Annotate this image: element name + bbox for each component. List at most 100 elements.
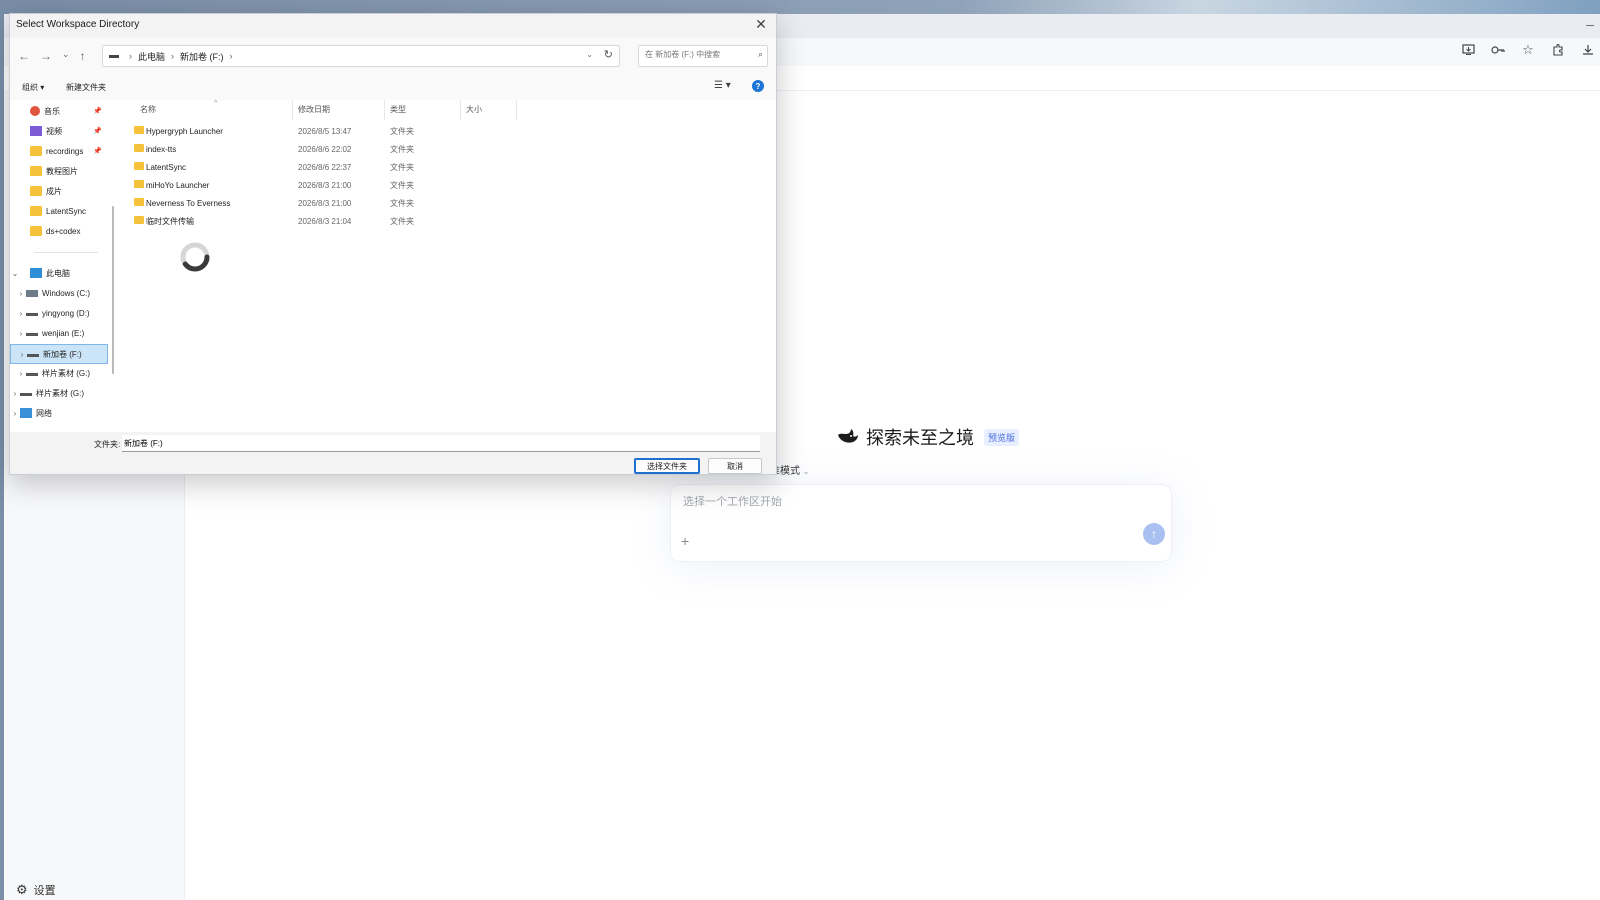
address-bar[interactable]: › 此电脑 › 新加卷 (F:) › ⌄ ↻ bbox=[102, 45, 620, 67]
view-options-icon[interactable]: ☰ ▾ bbox=[714, 80, 731, 91]
nav-label: 样片素材 (G:) bbox=[42, 368, 90, 378]
breadcrumb-separator: › bbox=[171, 51, 175, 61]
column-header-modified[interactable]: 修改日期 bbox=[298, 104, 330, 118]
folder-label: 文件夹: bbox=[94, 440, 121, 449]
address-dropdown-icon[interactable]: ⌄ bbox=[586, 50, 593, 59]
drive-icon bbox=[26, 313, 38, 316]
column-header-size[interactable]: 大小 bbox=[466, 104, 482, 118]
nav-item-drive-g-root[interactable]: › 样片素材 (G:) bbox=[10, 384, 106, 402]
recent-chevron-icon[interactable]: ⌄ bbox=[62, 49, 70, 63]
chevron-down-icon[interactable]: ⌄ bbox=[10, 269, 20, 278]
nav-item-ds-codex[interactable]: ds+codex bbox=[10, 222, 106, 240]
sort-ascending-icon: ^ bbox=[214, 100, 218, 107]
pc-icon bbox=[30, 268, 42, 278]
up-arrow-icon[interactable]: ↑ bbox=[80, 49, 86, 63]
dialog-title: Select Workspace Directory bbox=[16, 19, 140, 30]
nav-item-this-pc[interactable]: ⌄ 此电脑 bbox=[10, 264, 106, 282]
file-row[interactable]: 临时文件传输 2026/8/3 21:04 文件夹 bbox=[120, 212, 540, 230]
folder-icon bbox=[30, 186, 42, 196]
add-attachment-icon[interactable]: + bbox=[681, 533, 689, 549]
nav-item-music[interactable]: 音乐 📌 bbox=[10, 102, 106, 120]
file-row[interactable]: LatentSync 2026/8/6 22:37 文件夹 bbox=[120, 158, 540, 176]
folder-icon bbox=[134, 144, 144, 152]
column-divider[interactable] bbox=[516, 100, 517, 120]
search-icon[interactable]: ⌕ bbox=[758, 49, 763, 60]
file-row[interactable]: Neverness To Everness 2026/8/3 21:00 文件夹 bbox=[120, 194, 540, 212]
new-folder-button[interactable]: 新建文件夹 bbox=[66, 82, 106, 93]
download-icon[interactable] bbox=[1580, 42, 1596, 58]
nav-label: 网络 bbox=[36, 408, 52, 418]
organize-menu[interactable]: 组织 ▾ bbox=[22, 82, 44, 93]
minimize-button[interactable]: – bbox=[1586, 16, 1594, 32]
folder-icon bbox=[30, 206, 42, 216]
whale-logo-icon bbox=[838, 429, 858, 443]
drive-icon bbox=[26, 373, 38, 376]
nav-item-tutorial-images[interactable]: 教程图片 bbox=[10, 162, 106, 180]
file-modified: 2026/8/5 13:47 bbox=[298, 126, 352, 136]
select-folder-button[interactable]: 选择文件夹 bbox=[634, 458, 700, 474]
scrollbar-thumb[interactable] bbox=[112, 206, 114, 374]
nav-item-network[interactable]: › 网络 bbox=[10, 404, 106, 422]
file-row[interactable]: index-tts 2026/8/6 22:02 文件夹 bbox=[120, 140, 540, 158]
folder-icon bbox=[134, 198, 144, 206]
search-input[interactable] bbox=[643, 49, 747, 60]
nav-item-finished[interactable]: 成片 bbox=[10, 182, 106, 200]
file-modified: 2026/8/6 22:37 bbox=[298, 162, 352, 172]
forward-arrow-icon[interactable]: → bbox=[40, 49, 52, 63]
nav-label: 成片 bbox=[46, 186, 62, 196]
nav-item-drive-c[interactable]: › Windows (C:) bbox=[10, 284, 106, 302]
column-divider[interactable] bbox=[292, 100, 293, 120]
breadcrumb-this-pc[interactable]: 此电脑 bbox=[138, 50, 165, 63]
nav-label: Windows (C:) bbox=[42, 288, 91, 298]
file-type: 文件夹 bbox=[390, 126, 414, 136]
star-icon[interactable]: ☆ bbox=[1520, 42, 1536, 58]
drive-icon bbox=[109, 54, 119, 58]
nav-item-latentsync[interactable]: LatentSync bbox=[10, 202, 106, 220]
folder-icon bbox=[30, 146, 42, 156]
chevron-right-icon[interactable]: › bbox=[16, 309, 26, 318]
extensions-icon[interactable] bbox=[1550, 42, 1566, 58]
refresh-icon[interactable]: ↻ bbox=[604, 48, 613, 61]
back-arrow-icon[interactable]: ← bbox=[18, 49, 30, 63]
chat-input[interactable] bbox=[681, 495, 1105, 509]
network-icon bbox=[20, 408, 32, 418]
cancel-button[interactable]: 取消 bbox=[708, 458, 762, 474]
nav-item-recordings[interactable]: recordings 📌 bbox=[10, 142, 106, 160]
settings-button[interactable]: ⚙ 设置 bbox=[16, 882, 56, 898]
nav-scrollbar[interactable] bbox=[112, 100, 115, 432]
help-icon[interactable]: ? bbox=[752, 80, 764, 92]
column-header-type[interactable]: 类型 bbox=[390, 104, 406, 118]
chevron-right-icon[interactable]: › bbox=[16, 329, 26, 338]
nav-label: recordings bbox=[46, 146, 84, 156]
file-name: Hypergryph Launcher bbox=[146, 126, 223, 136]
column-header-name[interactable]: 名称 bbox=[140, 104, 156, 118]
chevron-right-icon[interactable]: › bbox=[10, 409, 20, 418]
file-name: miHoYo Launcher bbox=[146, 180, 210, 190]
file-row[interactable]: miHoYo Launcher 2026/8/3 21:00 文件夹 bbox=[120, 176, 540, 194]
breadcrumb-drive-f[interactable]: 新加卷 (F:) bbox=[180, 50, 224, 63]
nav-item-drive-f[interactable]: › 新加卷 (F:) bbox=[10, 344, 108, 364]
install-app-icon[interactable] bbox=[1460, 42, 1476, 58]
column-divider[interactable] bbox=[384, 100, 385, 120]
key-icon[interactable] bbox=[1490, 42, 1506, 58]
folder-icon bbox=[134, 180, 144, 188]
folder-field[interactable] bbox=[122, 435, 760, 452]
nav-item-drive-d[interactable]: › yingyong (D:) bbox=[10, 304, 106, 322]
nav-item-drive-g[interactable]: › 样片素材 (G:) bbox=[10, 364, 106, 382]
navigation-pane: 音乐 📌 视频 📌 recordings 📌 教程图片 成片 LatentSyn… bbox=[10, 100, 110, 432]
chevron-right-icon[interactable]: › bbox=[10, 389, 20, 398]
send-button[interactable]: ↑ bbox=[1143, 523, 1165, 545]
hero-header: 探索未至之境 预览版 bbox=[836, 424, 1020, 450]
nav-label: wenjian (E:) bbox=[42, 328, 85, 338]
nav-item-video[interactable]: 视频 📌 bbox=[10, 122, 106, 140]
chevron-right-icon[interactable]: › bbox=[16, 369, 26, 378]
file-name: Neverness To Everness bbox=[146, 198, 231, 208]
folder-icon bbox=[30, 226, 42, 236]
close-button[interactable]: ✕ bbox=[752, 16, 770, 33]
chevron-right-icon[interactable]: › bbox=[16, 289, 26, 298]
chevron-right-icon[interactable]: › bbox=[17, 350, 27, 359]
column-divider[interactable] bbox=[460, 100, 461, 120]
nav-item-drive-e[interactable]: › wenjian (E:) bbox=[10, 324, 106, 342]
file-row[interactable]: Hypergryph Launcher 2026/8/5 13:47 文件夹 bbox=[120, 122, 540, 140]
file-type: 文件夹 bbox=[390, 198, 414, 208]
